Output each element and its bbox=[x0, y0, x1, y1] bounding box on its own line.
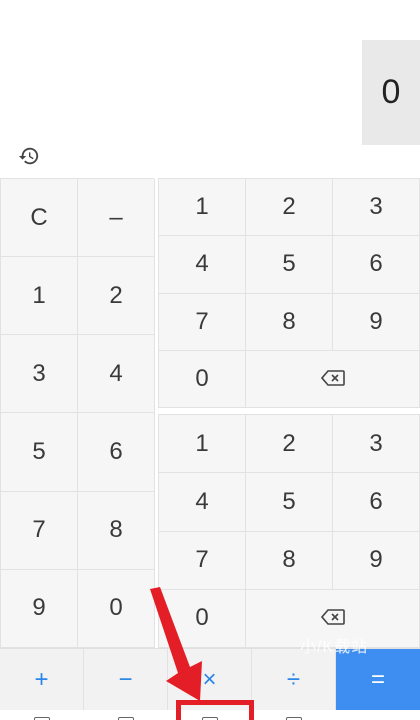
display-area: 0 bbox=[0, 0, 420, 178]
bottom-key-1[interactable]: 1 bbox=[159, 415, 246, 474]
bottom-key-7[interactable]: 7 bbox=[159, 531, 246, 590]
left-key-4[interactable]: 4 bbox=[78, 335, 155, 414]
red-arrow-icon bbox=[138, 585, 218, 705]
bottom-key-6[interactable]: 6 bbox=[333, 473, 420, 532]
top-backspace-button[interactable] bbox=[246, 350, 420, 408]
right-keypad-top: 1 2 3 4 5 6 7 8 9 0 bbox=[158, 178, 420, 408]
top-key-4[interactable]: 4 bbox=[159, 236, 246, 294]
watermark-text: 小/K载站 bbox=[300, 639, 369, 656]
left-key-9[interactable]: 9 bbox=[1, 569, 78, 648]
top-key-5[interactable]: 5 bbox=[246, 236, 333, 294]
bottom-key-5[interactable]: 5 bbox=[246, 473, 333, 532]
left-key-2[interactable]: 2 bbox=[78, 257, 155, 336]
left-key-1[interactable]: 1 bbox=[1, 257, 78, 336]
left-keypad: C – 1 2 3 4 5 6 7 8 9 0 bbox=[0, 178, 155, 648]
history-icon[interactable] bbox=[18, 145, 40, 167]
left-key-6[interactable]: 6 bbox=[78, 413, 155, 492]
top-key-9[interactable]: 9 bbox=[333, 293, 420, 351]
top-key-2[interactable]: 2 bbox=[246, 179, 333, 237]
clear-key[interactable]: C bbox=[1, 179, 78, 258]
backspace-icon bbox=[320, 365, 345, 393]
left-key-7[interactable]: 7 bbox=[1, 491, 78, 570]
bottom-key-2[interactable]: 2 bbox=[246, 415, 333, 474]
top-key-8[interactable]: 8 bbox=[246, 293, 333, 351]
plus-button[interactable]: + bbox=[0, 649, 84, 710]
bottom-key-3[interactable]: 3 bbox=[333, 415, 420, 474]
left-key-8[interactable]: 8 bbox=[78, 491, 155, 570]
left-key-5[interactable]: 5 bbox=[1, 413, 78, 492]
bottom-key-8[interactable]: 8 bbox=[246, 531, 333, 590]
result-display: 0 bbox=[362, 40, 420, 145]
top-key-1[interactable]: 1 bbox=[159, 179, 246, 237]
bottom-key-4[interactable]: 4 bbox=[159, 473, 246, 532]
equals-button[interactable]: = bbox=[336, 649, 420, 710]
top-key-6[interactable]: 6 bbox=[333, 236, 420, 294]
bottom-key-9[interactable]: 9 bbox=[333, 531, 420, 590]
left-key-3[interactable]: 3 bbox=[1, 335, 78, 414]
top-key-3[interactable]: 3 bbox=[333, 179, 420, 237]
top-key-0[interactable]: 0 bbox=[159, 350, 246, 408]
divide-button[interactable]: ÷ bbox=[252, 649, 336, 710]
top-key-7[interactable]: 7 bbox=[159, 293, 246, 351]
negate-key[interactable]: – bbox=[78, 179, 155, 258]
backspace-icon bbox=[320, 604, 345, 632]
